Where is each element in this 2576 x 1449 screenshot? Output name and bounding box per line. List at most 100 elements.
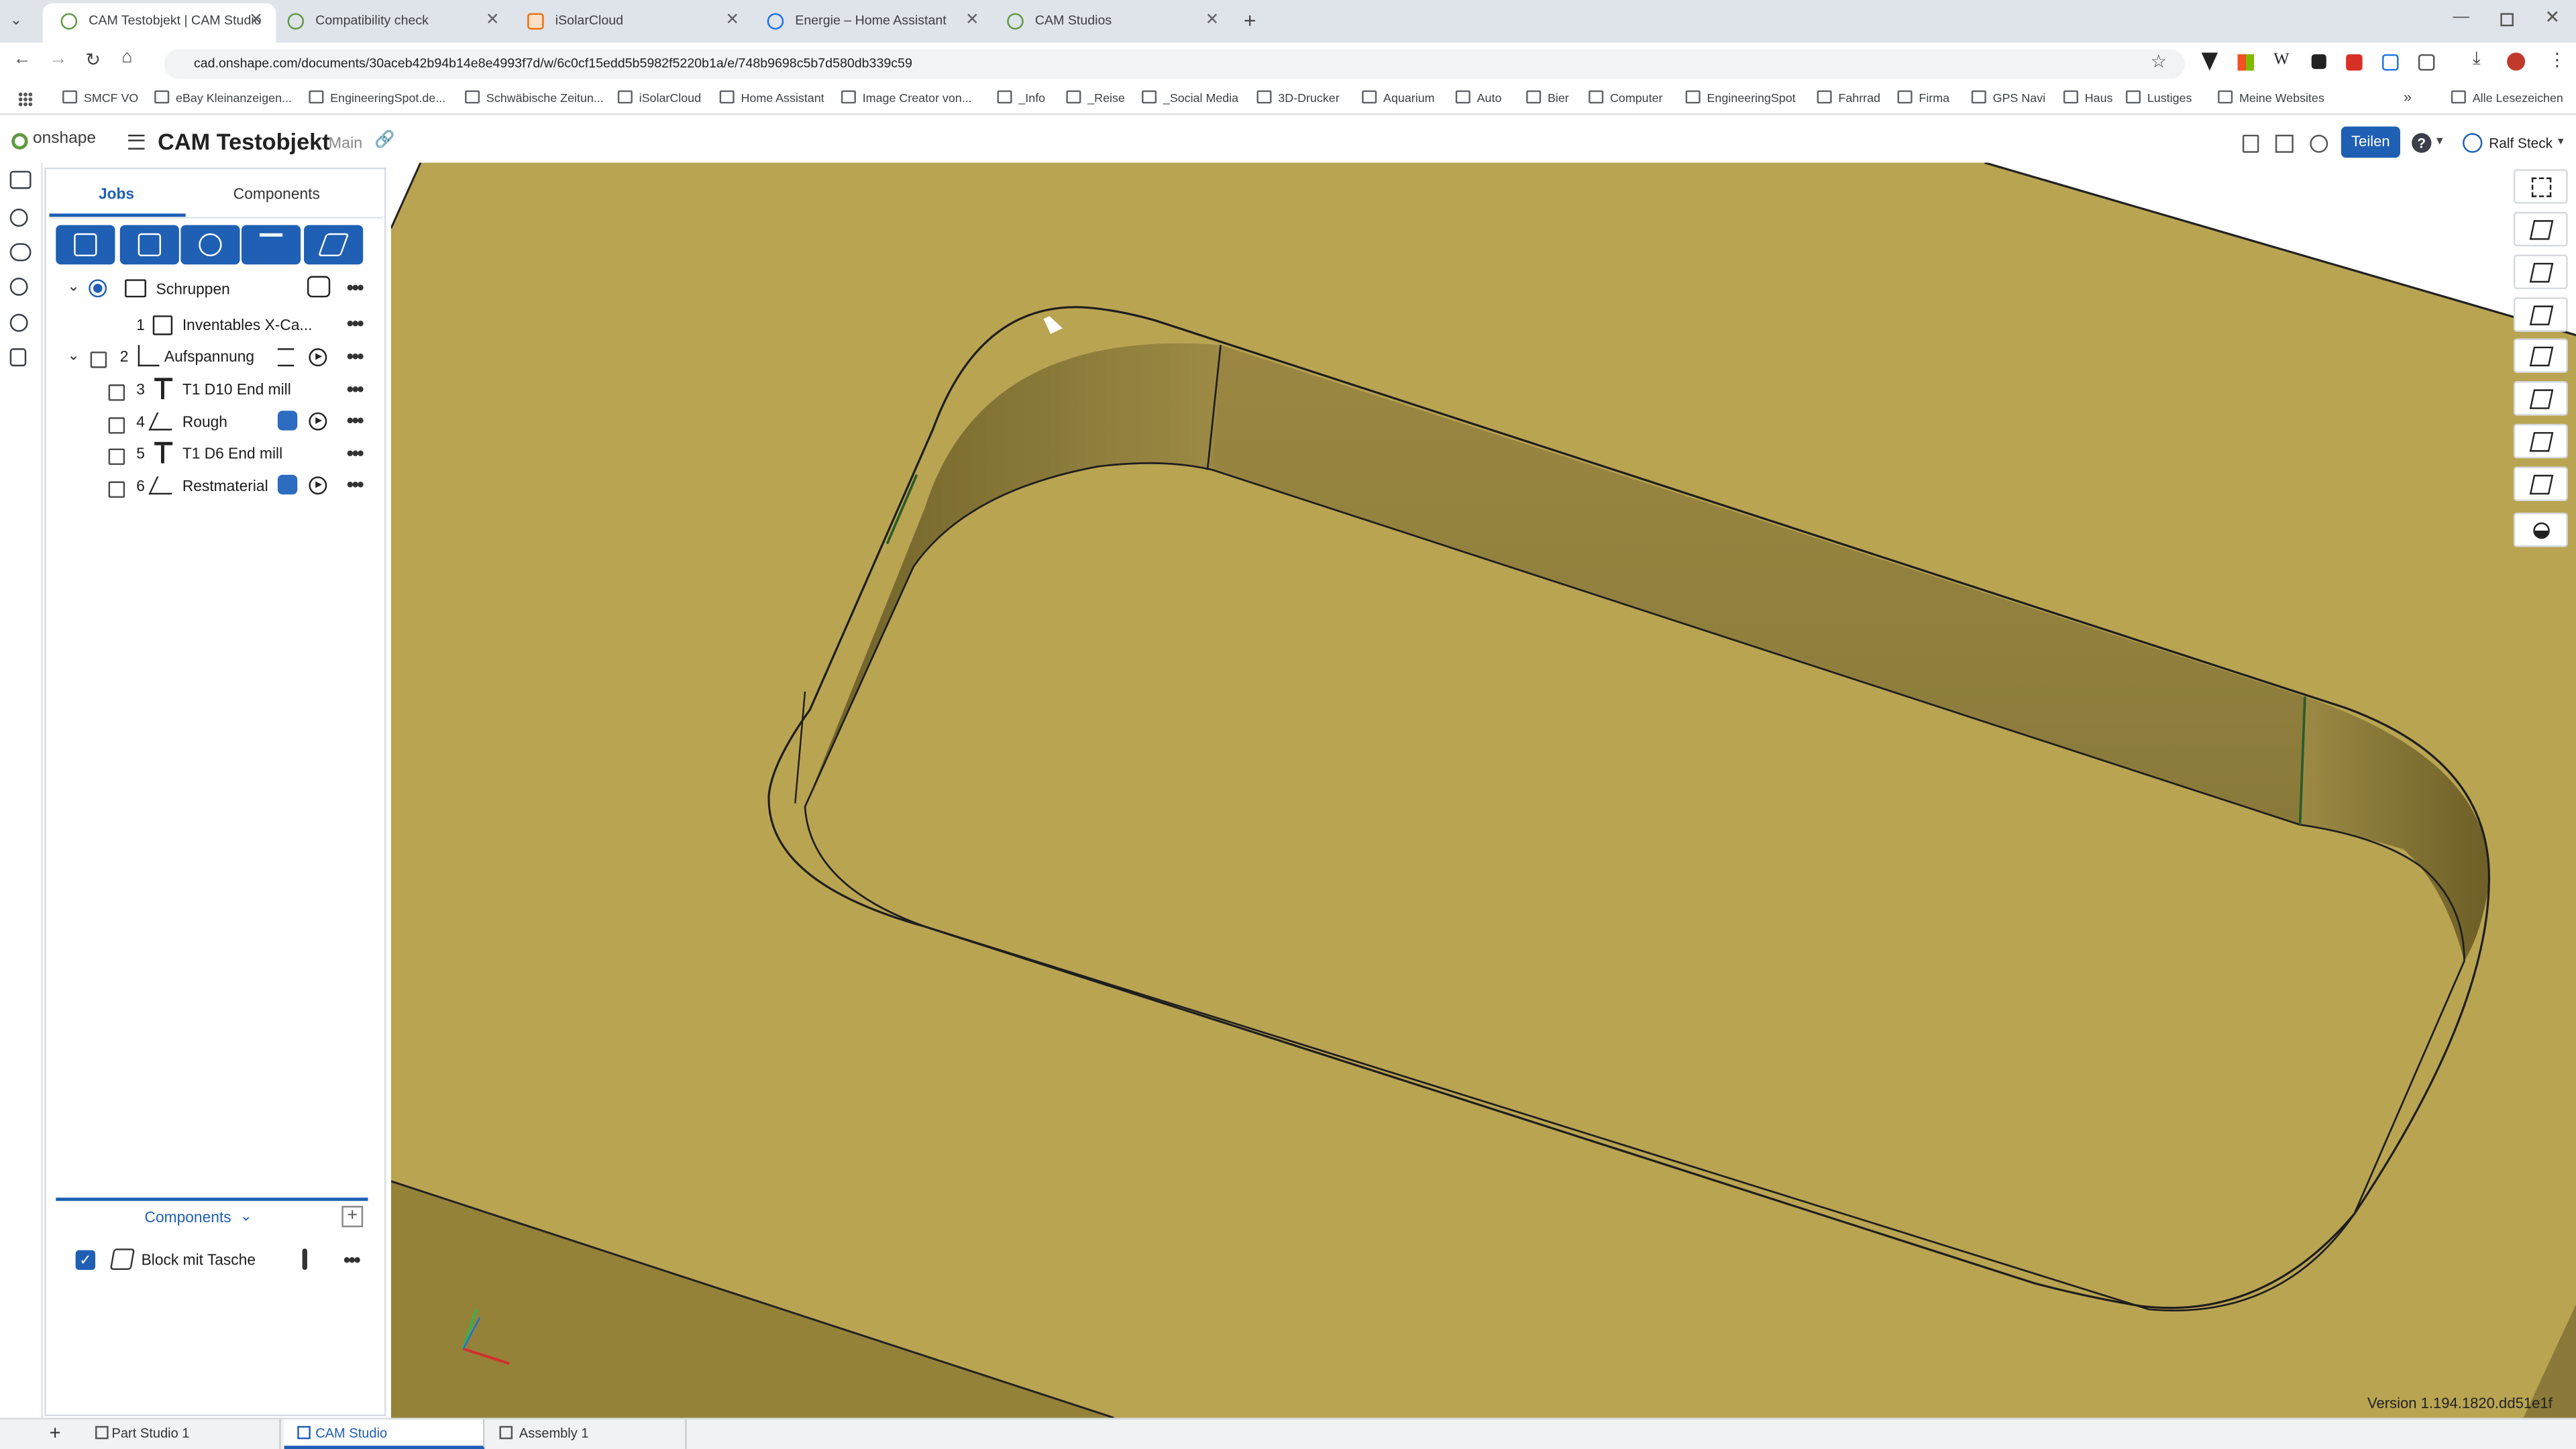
view-isometric-button[interactable] <box>2513 211 2568 247</box>
more-options-icon[interactable]: ••• <box>347 442 364 465</box>
tree-checkbox[interactable] <box>108 384 125 401</box>
new-tab-button[interactable]: + <box>1244 8 1256 33</box>
extension-square-icon[interactable] <box>2418 54 2435 71</box>
view-top-button[interactable] <box>2513 297 2568 332</box>
apps-grid-icon[interactable] <box>17 92 33 107</box>
bookmark-folder[interactable]: _Reise <box>1066 91 1125 105</box>
bookmark-folder[interactable]: Aquarium <box>1362 91 1434 105</box>
mate-connector-icon[interactable] <box>9 209 28 227</box>
versions-icon[interactable] <box>9 277 28 296</box>
view-bottom-button[interactable] <box>2513 423 2568 459</box>
toolpath-status-icon[interactable] <box>277 411 298 431</box>
machine-button[interactable] <box>119 225 179 265</box>
component-pin-icon[interactable] <box>302 1248 307 1271</box>
3d-viewport[interactable] <box>390 162 2576 1418</box>
tree-row-label[interactable]: Restmaterial <box>182 478 268 494</box>
app-store-icon[interactable] <box>2310 134 2328 153</box>
minimize-icon[interactable]: — <box>2453 8 2469 26</box>
close-window-icon[interactable]: ✕ <box>2544 7 2560 28</box>
bookmark-item[interactable]: Home Assistant <box>720 91 824 105</box>
tree-row-label[interactable]: Inventables X-Ca... <box>182 317 313 333</box>
profile-avatar-icon[interactable] <box>2507 52 2526 71</box>
reload-icon[interactable]: ↻ <box>85 49 101 70</box>
feature-list-icon[interactable] <box>9 170 32 189</box>
setup-button[interactable] <box>180 225 240 265</box>
hamburger-menu-icon[interactable] <box>128 134 145 150</box>
browser-tab-active[interactable]: CAM Testobjekt | CAM Studio ✕ <box>42 3 276 43</box>
add-tab-button[interactable]: + <box>49 1421 60 1444</box>
bookmark-star-icon[interactable]: ☆ <box>2151 51 2167 72</box>
close-tab-icon[interactable]: ✕ <box>1205 3 1220 38</box>
bookmark-folder[interactable]: Haus <box>2063 91 2113 105</box>
component-checkbox[interactable]: ✓ <box>75 1250 96 1271</box>
extension-blue-icon[interactable] <box>2382 54 2399 71</box>
model-canvas[interactable] <box>390 162 2576 1418</box>
bookmark-folder[interactable]: _Social Media <box>1142 91 1238 105</box>
timer-icon[interactable] <box>9 313 28 332</box>
close-tab-icon[interactable]: ✕ <box>486 3 500 38</box>
help-chevron-icon[interactable]: ▾ <box>2436 133 2443 148</box>
home-icon[interactable]: ⌂ <box>121 48 132 67</box>
more-options-icon[interactable]: ••• <box>343 1248 361 1271</box>
bookmark-item[interactable]: Schwäbische Zeitun... <box>465 91 604 105</box>
bookmark-folder[interactable]: Fahrrad <box>1817 91 1880 105</box>
bookmark-folder[interactable]: Meine Websites <box>2218 91 2324 105</box>
tab-jobs[interactable]: Jobs <box>99 186 134 202</box>
extension-hex-icon[interactable] <box>2311 54 2326 69</box>
bookmark-folder[interactable]: 3D-Drucker <box>1256 91 1339 105</box>
close-tab-icon[interactable]: ✕ <box>725 3 739 38</box>
generate-icon[interactable] <box>309 476 327 495</box>
onshape-logo[interactable]: onshape <box>33 129 96 148</box>
tree-checkbox[interactable] <box>108 417 125 434</box>
bookmark-item[interactable]: iSolarCloud <box>618 91 701 105</box>
all-bookmarks-folder[interactable]: Alle Lesezeichen <box>2451 91 2563 105</box>
tree-row-label[interactable]: Schruppen <box>156 281 230 297</box>
bookmark-folder[interactable]: Bier <box>1526 91 1569 105</box>
component-label[interactable]: Block mit Tasche <box>142 1252 256 1268</box>
tree-checkbox[interactable] <box>90 352 107 368</box>
more-options-icon[interactable]: ••• <box>347 345 364 368</box>
user-chevron-icon[interactable]: ▾ <box>2558 135 2564 148</box>
close-tab-icon[interactable]: ✕ <box>965 3 979 38</box>
components-chevron-icon[interactable]: ⌄ <box>240 1208 252 1226</box>
bookmark-folder[interactable]: GPS Navi <box>1972 91 2045 105</box>
tree-checkbox[interactable] <box>108 448 125 466</box>
tree-row-label[interactable]: Rough <box>182 414 227 430</box>
tree-row-label[interactable]: Aufspannung <box>164 348 254 364</box>
generate-icon[interactable] <box>309 412 327 431</box>
close-tab-icon[interactable]: ✕ <box>249 3 263 38</box>
branch-label[interactable]: Main <box>329 135 362 153</box>
post-process-icon[interactable] <box>277 348 294 367</box>
browser-menu-icon[interactable]: ⋮ <box>2548 49 2566 70</box>
browser-tab[interactable]: Compatibility check ✕ <box>270 3 513 43</box>
extension-microsoft-icon[interactable] <box>2237 54 2254 71</box>
more-options-icon[interactable]: ••• <box>347 473 364 496</box>
tab-list-chevron-icon[interactable]: ⌄ <box>10 11 22 30</box>
user-name[interactable]: Ralf Steck <box>2489 135 2553 151</box>
notes-icon[interactable] <box>2242 134 2259 153</box>
bookmark-folder[interactable]: Firma <box>1898 91 1949 105</box>
back-icon[interactable]: ← <box>13 49 32 68</box>
expand-chevron-icon[interactable]: ⌄ <box>67 278 79 296</box>
add-component-button[interactable]: + <box>341 1205 364 1228</box>
download-icon[interactable]: ⤓ <box>2473 49 2481 70</box>
tab-components[interactable]: Components <box>233 186 320 202</box>
bookmark-folder[interactable]: Computer <box>1589 91 1662 105</box>
bookmarks-overflow-icon[interactable]: » <box>2404 89 2412 105</box>
layout-icon[interactable] <box>2275 134 2294 153</box>
link-icon[interactable]: 🔗 <box>374 131 394 150</box>
fullscreen-button[interactable] <box>2513 169 2568 204</box>
bookmark-folder[interactable]: Lustiges <box>2126 91 2192 105</box>
browser-tab[interactable]: iSolarCloud ✕ <box>509 3 752 43</box>
view-back-button[interactable] <box>2513 381 2568 416</box>
more-options-icon[interactable]: ••• <box>347 312 364 335</box>
toolpath-status-icon[interactable] <box>277 474 298 495</box>
simulate-icon[interactable] <box>307 276 331 298</box>
bookmark-folder[interactable]: Auto <box>1456 91 1502 105</box>
expand-chevron-icon[interactable]: ⌄ <box>67 347 79 365</box>
view-left-button[interactable] <box>2513 466 2568 501</box>
tree-row-label[interactable]: T1 D6 End mill <box>182 445 282 462</box>
tab-part-studio[interactable]: Part Studio 1 <box>89 1419 281 1449</box>
bookmark-item[interactable]: EngineeringSpot.de... <box>309 91 445 105</box>
more-options-icon[interactable]: ••• <box>347 409 364 432</box>
